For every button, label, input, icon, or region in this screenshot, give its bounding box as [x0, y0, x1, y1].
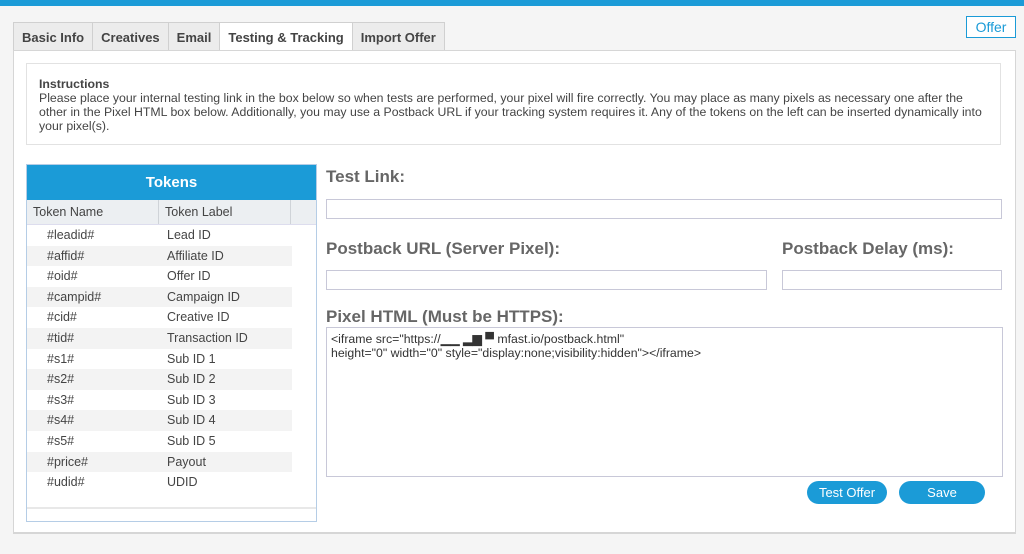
- token-name: #price#: [47, 454, 88, 469]
- token-row[interactable]: #s3# Sub ID 3: [27, 390, 292, 411]
- offer-button[interactable]: Offer: [966, 16, 1016, 38]
- token-label: Offer ID: [167, 269, 211, 284]
- testing-tracking-panel: Instructions Please place your internal …: [13, 50, 1016, 534]
- instructions-text: Please place your internal testing link …: [39, 91, 982, 133]
- pixel-html-label: Pixel HTML (Must be HTTPS):: [326, 307, 564, 326]
- token-row[interactable]: #price# Payout: [27, 451, 292, 473]
- token-name: #s5#: [47, 433, 75, 448]
- token-label: UDID: [167, 475, 198, 490]
- token-name: #oid#: [47, 269, 78, 284]
- token-label: Sub ID 4: [167, 413, 216, 428]
- token-row[interactable]: #s4# Sub ID 4: [27, 410, 292, 431]
- save-button[interactable]: Save: [899, 481, 985, 504]
- postback-url-label: Postback URL (Server Pixel):: [326, 239, 560, 258]
- token-name: #s3#: [47, 392, 75, 407]
- instructions-box: Instructions Please place your internal …: [26, 63, 1001, 145]
- test-link-input[interactable]: [326, 199, 1002, 219]
- postback-url-input[interactable]: [326, 270, 767, 290]
- postback-delay-label: Postback Delay (ms):: [782, 239, 954, 258]
- tokens-header-row: Token Name Token Label: [27, 200, 316, 225]
- token-label: Transaction ID: [167, 330, 248, 345]
- column-header-token-name[interactable]: Token Name: [27, 200, 159, 224]
- tab-import-offer[interactable]: Import Offer: [351, 22, 445, 51]
- token-label: Sub ID 5: [167, 433, 216, 448]
- tab-bar: Basic Info Creatives Email Testing & Tra…: [13, 22, 445, 52]
- tokens-title: Tokens: [27, 165, 316, 200]
- token-label: Sub ID 3: [167, 392, 216, 407]
- token-label: Creative ID: [167, 310, 230, 325]
- instructions-title: Instructions: [39, 77, 110, 91]
- postback-delay-input[interactable]: [782, 270, 1002, 290]
- token-label: Sub ID 2: [167, 372, 216, 387]
- token-name: #affid#: [47, 248, 85, 263]
- token-row[interactable]: #oid# Offer ID: [27, 266, 292, 287]
- test-link-label: Test Link:: [326, 167, 406, 186]
- token-row[interactable]: #udid# UDID: [27, 472, 292, 493]
- token-name: #s4#: [47, 413, 75, 428]
- token-row[interactable]: #tid# Transaction ID: [27, 327, 292, 349]
- column-header-token-label[interactable]: Token Label: [159, 200, 291, 224]
- token-label: Payout: [167, 454, 206, 469]
- token-label: Sub ID 1: [167, 351, 216, 366]
- tab-creatives[interactable]: Creatives: [92, 22, 168, 51]
- tab-testing-tracking[interactable]: Testing & Tracking: [219, 22, 352, 52]
- pixel-html-textarea[interactable]: <iframe src="https://▁▁ ▂▆ ▀ mfast.io/po…: [326, 327, 1003, 477]
- token-row[interactable]: #affid# Affiliate ID: [27, 245, 292, 267]
- token-name: #s1#: [47, 351, 75, 366]
- token-row[interactable]: #s2# Sub ID 2: [27, 369, 292, 390]
- token-name: #campid#: [47, 289, 102, 304]
- tokens-list: #leadid# Lead ID #affid# Affiliate ID #oid# O…: [27, 225, 316, 509]
- token-row[interactable]: #s1# Sub ID 1: [27, 349, 292, 370]
- token-name: #s2#: [47, 372, 75, 387]
- token-label: Campaign ID: [167, 289, 240, 304]
- token-name: #tid#: [47, 330, 75, 345]
- token-label: Affiliate ID: [167, 248, 224, 263]
- token-row[interactable]: #cid# Creative ID: [27, 307, 292, 328]
- tokens-table: Tokens Token Name Token Label #leadid# Le…: [26, 164, 317, 522]
- token-name: #udid#: [47, 475, 85, 490]
- tab-email[interactable]: Email: [167, 22, 220, 51]
- token-row[interactable]: #s5# Sub ID 5: [27, 431, 292, 452]
- test-offer-button[interactable]: Test Offer: [807, 481, 887, 504]
- top-accent-bar: [0, 0, 1024, 6]
- token-label: Lead ID: [167, 228, 211, 242]
- token-name: #cid#: [47, 310, 77, 325]
- token-row[interactable]: #leadid# Lead ID: [27, 225, 292, 246]
- token-name: #leadid#: [47, 228, 95, 242]
- token-row[interactable]: #campid# Campaign ID: [27, 286, 292, 308]
- tab-basic-info[interactable]: Basic Info: [13, 22, 93, 51]
